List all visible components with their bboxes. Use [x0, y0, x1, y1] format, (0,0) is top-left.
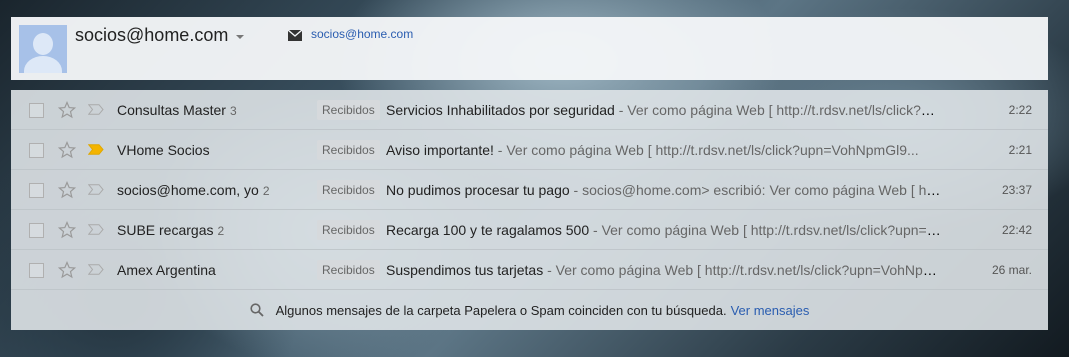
label-badge[interactable]: Recibidos — [317, 140, 380, 160]
avatar-head — [33, 33, 53, 55]
message-sender: Consultas Master 3 — [117, 102, 237, 118]
thread-count: 2 — [262, 184, 270, 198]
mail-icon — [288, 30, 302, 41]
search-icon — [250, 303, 264, 317]
sender-name: Consultas Master — [117, 102, 226, 118]
message-date: 26 mar. — [991, 263, 1032, 277]
star-icon[interactable] — [58, 181, 76, 199]
row-checkbox[interactable] — [29, 263, 44, 278]
star-icon[interactable] — [58, 141, 76, 159]
row-checkbox[interactable] — [29, 183, 44, 198]
avatar-body — [24, 56, 62, 73]
thread-count: 2 — [217, 224, 225, 238]
message-snippet: - socios@home.com> escribió: Ver como pá… — [573, 182, 941, 198]
importance-marker-icon[interactable] — [88, 104, 104, 115]
message-snippet: - Ver como página Web [ http://t.rdsv.ne… — [493, 142, 919, 158]
sender-name: socios@home.com, yo — [117, 182, 259, 198]
chevron-down-icon — [236, 34, 245, 39]
message-sender: socios@home.com, yo 2 — [117, 182, 270, 198]
sender-name: SUBE recargas — [117, 222, 214, 238]
sender-name: Amex Argentina — [117, 262, 216, 278]
row-checkbox[interactable] — [29, 223, 44, 238]
account-header: socios@home.com socios@home.com — [11, 17, 1048, 80]
avatar[interactable] — [19, 25, 67, 73]
importance-marker-icon[interactable] — [88, 224, 104, 235]
star-icon[interactable] — [58, 261, 76, 279]
message-date: 22:42 — [1001, 223, 1032, 237]
message-row[interactable]: Amex Argentina Recibidos Suspendimos tus… — [11, 250, 1048, 290]
message-row[interactable]: socios@home.com, yo 2 Recibidos No pudimo… — [11, 170, 1048, 210]
importance-marker-icon[interactable] — [88, 144, 104, 155]
message-subject: Recarga 100 y te ragalamos 500 — [386, 222, 590, 238]
sender-name: VHome Socios — [117, 142, 210, 158]
row-checkbox[interactable] — [29, 103, 44, 118]
row-checkbox[interactable] — [29, 143, 44, 158]
star-icon[interactable] — [58, 101, 76, 119]
message-sender: SUBE recargas 2 — [117, 222, 224, 238]
message-snippet: - Ver como página Web [ http://t.rdsv.ne… — [593, 222, 941, 238]
message-subject: No pudimos procesar tu pago — [386, 182, 570, 198]
message-subject: Servicios Inhabilitados por seguridad — [386, 102, 615, 118]
notice-text: Algunos mensajes de la carpeta Papelera … — [275, 302, 727, 318]
view-messages-link[interactable]: Ver mensajes — [731, 303, 810, 318]
message-subject: Suspendimos tus tarjetas — [386, 262, 544, 278]
message-row[interactable]: SUBE recargas 2 Recibidos Recarga 100 y t… — [11, 210, 1048, 250]
star-icon[interactable] — [58, 221, 76, 239]
account-email-link[interactable]: socios@home.com — [311, 27, 413, 41]
message-sender: Amex Argentina — [117, 262, 220, 278]
label-badge[interactable]: Recibidos — [317, 100, 380, 120]
message-sender: VHome Socios — [117, 142, 214, 158]
message-snippet: - Ver como página Web [ http://t.rdsv.ne… — [543, 262, 941, 278]
thread-count: 3 — [229, 104, 237, 118]
message-preview: No pudimos procesar tu pago - socios@hom… — [386, 182, 941, 198]
trash-spam-notice: Algunos mensajes de la carpeta Papelera … — [11, 290, 1048, 330]
message-row[interactable]: VHome Socios Recibidos Aviso importante!… — [11, 130, 1048, 170]
account-name: socios@home.com — [75, 25, 229, 45]
message-date: 23:37 — [1001, 183, 1032, 197]
label-badge[interactable]: Recibidos — [317, 260, 380, 280]
message-snippet: - Ver como página Web [ http://t.rdsv.ne… — [618, 102, 941, 118]
importance-marker-icon[interactable] — [88, 184, 104, 195]
message-preview: Recarga 100 y te ragalamos 500 - Ver com… — [386, 222, 941, 238]
message-preview: Aviso importante! - Ver como página Web … — [386, 142, 941, 158]
importance-marker-icon[interactable] — [88, 264, 104, 275]
label-badge[interactable]: Recibidos — [317, 180, 380, 200]
message-row[interactable]: Consultas Master 3 Recibidos Servicios In… — [11, 90, 1048, 130]
message-preview: Servicios Inhabilitados por seguridad - … — [386, 102, 941, 118]
label-badge[interactable]: Recibidos — [317, 220, 380, 240]
message-date: 2:21 — [1008, 143, 1032, 157]
message-list: Consultas Master 3 Recibidos Servicios In… — [11, 90, 1048, 330]
message-preview: Suspendimos tus tarjetas - Ver como pági… — [386, 262, 941, 278]
message-date: 2:22 — [1008, 103, 1032, 117]
account-switcher[interactable]: socios@home.com — [75, 25, 245, 46]
message-subject: Aviso importante! — [386, 142, 494, 158]
